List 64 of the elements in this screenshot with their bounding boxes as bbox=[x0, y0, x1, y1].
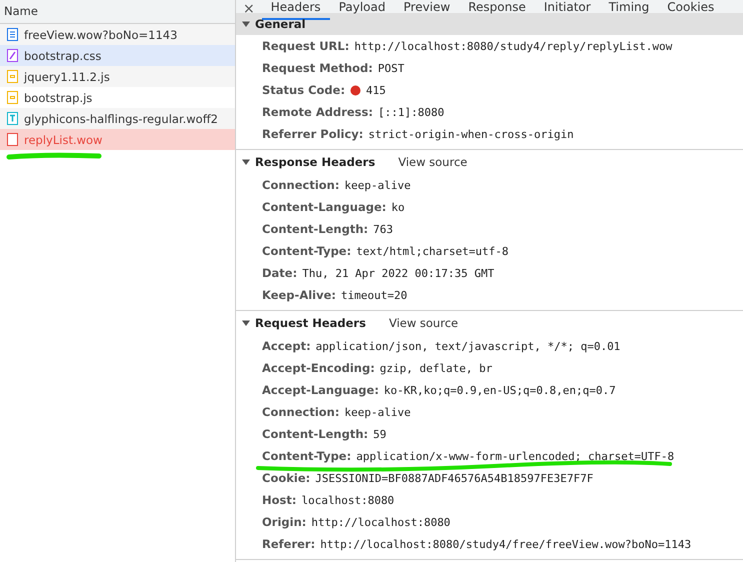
header-name: Request Method: bbox=[262, 61, 373, 75]
header-name: Keep-Alive: bbox=[262, 288, 336, 302]
header-value: http://localhost:8080 bbox=[311, 516, 450, 528]
header-name: Cookie: bbox=[262, 471, 310, 485]
header-name: Content-Length: bbox=[262, 427, 368, 441]
header-value: ko-KR,ko;q=0.9,en-US;q=0.8,en;q=0.7 bbox=[384, 384, 616, 396]
script-icon bbox=[7, 91, 18, 104]
header-name: Referer: bbox=[262, 537, 316, 551]
header-name: Connection: bbox=[262, 178, 340, 192]
header-name: Content-Language: bbox=[262, 200, 386, 214]
header-name: Origin: bbox=[262, 515, 306, 529]
section-header[interactable]: Request Headers View source bbox=[236, 311, 743, 335]
header-value: 763 bbox=[373, 222, 393, 236]
header-name: Content-Type: bbox=[262, 449, 352, 463]
header-value: keep-alive bbox=[344, 406, 411, 418]
triangle-icon bbox=[242, 20, 250, 28]
header-name: Content-Length: bbox=[262, 222, 368, 236]
header-value: application/json, text/javascript, */*; q=0.01 bbox=[316, 340, 620, 352]
request-row[interactable]: glyphicons-halflings-regular.woff2 bbox=[0, 108, 235, 129]
triangle-icon bbox=[242, 319, 250, 327]
header-name: Date: bbox=[262, 266, 298, 280]
header-value: [::1]:8080 bbox=[378, 106, 444, 118]
font-icon bbox=[7, 112, 18, 125]
view-source-link[interactable]: View source bbox=[398, 155, 468, 169]
file-icon bbox=[7, 133, 18, 146]
stylesheet-icon bbox=[7, 49, 18, 62]
header-value: 415 bbox=[366, 84, 386, 96]
section-header[interactable]: Response Headers View source bbox=[236, 150, 743, 174]
header-value: ko bbox=[391, 200, 405, 214]
header-name: Content-Type: bbox=[262, 244, 352, 258]
header-name: Accept: bbox=[262, 339, 311, 353]
header-value: Thu, 21 Apr 2022 00:17:35 GMT bbox=[302, 266, 494, 280]
header-name: Accept-Encoding: bbox=[262, 361, 375, 375]
header-name: Host: bbox=[262, 493, 296, 507]
section-title: Response Headers bbox=[255, 155, 376, 169]
header-value: POST bbox=[378, 62, 404, 74]
header-name: Status Code: bbox=[262, 83, 346, 97]
header-name: Connection: bbox=[262, 405, 340, 419]
request-row[interactable]: freeView.wow?boNo=1143 bbox=[0, 24, 235, 45]
header-value: keep-alive bbox=[344, 178, 411, 192]
header-value: text/html;charset=utf-8 bbox=[356, 244, 509, 258]
header-value: http://localhost:8080/study4/reply/replyList.wow bbox=[354, 40, 672, 52]
request-row[interactable]: jquery1.11.2.js bbox=[0, 66, 235, 87]
header-value: http://localhost:8080/study4/free/freeView.wow?boNo=1143 bbox=[320, 538, 692, 550]
header-value: 59 bbox=[373, 428, 386, 440]
header-value: timeout=20 bbox=[341, 288, 408, 302]
header-name: Referrer Policy: bbox=[262, 127, 364, 141]
document-icon bbox=[7, 28, 18, 41]
triangle-icon bbox=[242, 158, 250, 166]
section-title: Request Headers bbox=[255, 316, 366, 330]
header-value: gzip, deflate, br bbox=[380, 362, 492, 374]
header-name: Request URL: bbox=[262, 39, 350, 53]
view-source-link[interactable]: View source bbox=[388, 316, 458, 330]
header-value: localhost:8080 bbox=[301, 494, 394, 506]
request-row[interactable]: bootstrap.css bbox=[0, 45, 235, 66]
section-header[interactable]: General bbox=[236, 13, 743, 35]
header-name: Remote Address: bbox=[262, 105, 373, 119]
column-header[interactable]: Name bbox=[0, 0, 235, 24]
section-title: General bbox=[255, 17, 306, 31]
script-icon bbox=[7, 70, 18, 83]
header-value: JSESSIONID=BF0887ADF46576A54B18597FE3E7F7F bbox=[315, 472, 594, 484]
header-value: strict-origin-when-cross-origin bbox=[368, 128, 574, 140]
header-name: Accept-Language: bbox=[262, 383, 379, 397]
header-value: application/x-www-form-urlencoded; charset=UTF-8 bbox=[356, 450, 674, 462]
